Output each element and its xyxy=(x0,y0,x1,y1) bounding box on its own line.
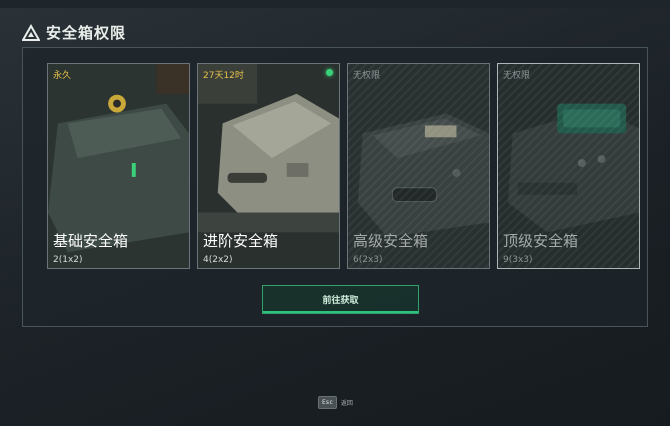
card-capacity: 4(2x2) xyxy=(203,255,233,265)
active-status-dot xyxy=(326,69,333,76)
card-tag: 无权限 xyxy=(353,71,381,81)
back-hint[interactable]: Esc 返回 xyxy=(318,396,353,409)
card-tag: 无权限 xyxy=(503,71,531,81)
card-capacity: 9(3x3) xyxy=(503,255,533,265)
go-get-button[interactable]: 前往获取 xyxy=(262,285,419,314)
card-capacity: 6(2x3) xyxy=(353,255,383,265)
card-basic-safe-box[interactable]: 永久 基础安全箱 2(1x2) xyxy=(47,63,190,269)
card-name: 高级安全箱 xyxy=(353,232,429,250)
card-name: 顶级安全箱 xyxy=(503,232,579,250)
safe-box-panel: 永久 基础安全箱 2(1x2) 27天12时 进阶安全箱 4(2x2) 无权限 … xyxy=(22,47,648,327)
card-premium-safe-box[interactable]: 无权限 高级安全箱 6(2x3) xyxy=(347,63,490,269)
page-header: 安全箱权限 xyxy=(22,22,126,43)
card-advanced-safe-box[interactable]: 27天12时 进阶安全箱 4(2x2) xyxy=(197,63,340,269)
card-top-safe-box[interactable]: 无权限 顶级安全箱 9(3x3) xyxy=(497,63,640,269)
esc-key-icon[interactable]: Esc xyxy=(318,396,337,409)
warning-triangle-icon xyxy=(22,23,40,41)
back-label: 返回 xyxy=(340,400,353,407)
card-name: 基础安全箱 xyxy=(53,232,129,250)
page-title: 安全箱权限 xyxy=(46,24,127,42)
card-name: 进阶安全箱 xyxy=(203,232,279,250)
card-tag: 永久 xyxy=(53,71,72,81)
card-tag: 27天12时 xyxy=(203,71,244,81)
top-bar xyxy=(0,0,670,8)
card-capacity: 2(1x2) xyxy=(53,255,83,265)
